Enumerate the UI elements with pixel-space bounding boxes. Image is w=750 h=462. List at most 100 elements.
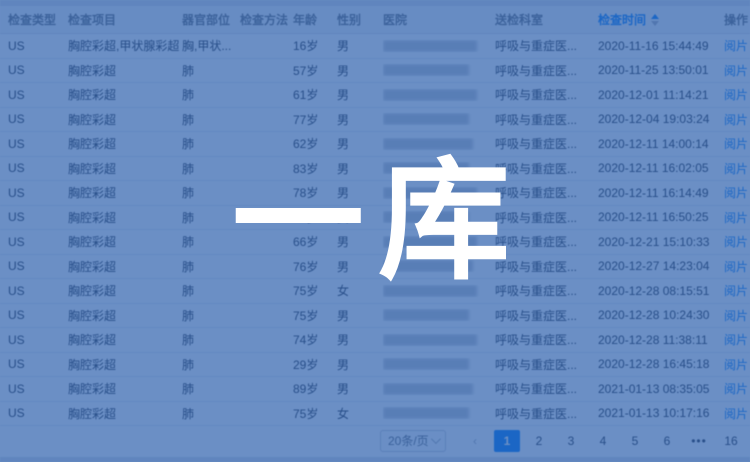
column-header-label: 性别 (337, 13, 361, 27)
cell-time: 2020-11-16 15:44:49 (598, 39, 724, 53)
redacted-hospital-block (383, 89, 477, 101)
view-images-link[interactable]: 阅片 (724, 233, 750, 250)
page-button-1[interactable]: 1 (494, 430, 520, 452)
cell-sex: 男 (337, 135, 383, 152)
cell-sex: 男 (337, 111, 383, 128)
cell-hospital (383, 334, 495, 346)
sort-caret-up-icon[interactable] (651, 14, 659, 19)
cell-item: 胸腔彩超 (68, 160, 182, 177)
redacted-hospital-block (383, 138, 473, 150)
more-pages-button[interactable]: ••• (686, 430, 712, 452)
cell-time: 2020-12-11 16:14:49 (598, 186, 724, 200)
column-header-label: 检查类型 (8, 13, 56, 27)
cell-type: US (8, 210, 68, 224)
table-row: US胸腔彩超肺83岁男呼吸与重症医...2020-12-11 16:02:05阅… (0, 157, 750, 182)
page-size-select[interactable]: 20条/页 (380, 430, 446, 452)
page-button-3[interactable]: 3 (558, 430, 584, 452)
view-images-link[interactable]: 阅片 (724, 37, 750, 54)
column-header-method: 检查方法 (240, 11, 293, 28)
cell-time: 2020-12-28 10:24:30 (598, 308, 724, 322)
view-images-link[interactable]: 阅片 (724, 356, 750, 373)
table-row: US胸腔彩超肺74岁男呼吸与重症医...2020-12-28 11:38:11阅… (0, 328, 750, 353)
cell-dept: 呼吸与重症医... (495, 380, 598, 397)
cell-time: 2020-12-21 15:10:33 (598, 235, 724, 249)
column-header-action: 操作 (724, 11, 750, 28)
cell-sex: 女 (337, 209, 383, 226)
cell-time: 2020-12-11 14:00:14 (598, 137, 724, 151)
view-images-link[interactable]: 阅片 (724, 111, 750, 128)
cell-organ: 肺 (182, 86, 240, 103)
cell-time: 2020-12-04 19:03:24 (598, 112, 724, 126)
cell-time: 2020-12-01 11:14:21 (598, 88, 724, 102)
sort-caret-down-icon[interactable] (651, 21, 659, 26)
table-row: US胸腔彩超,甲状腺彩超胸,甲状...16岁男呼吸与重症医...2020-11-… (0, 34, 750, 59)
cell-age: 75岁 (293, 307, 337, 324)
view-images-link[interactable]: 阅片 (724, 62, 750, 79)
view-images-link[interactable]: 阅片 (724, 135, 750, 152)
cell-sex: 男 (337, 86, 383, 103)
cell-organ: 肺 (182, 405, 240, 422)
table-row: US胸腔彩超肺76岁女呼吸与重症医...2020-12-11 16:50:25阅… (0, 206, 750, 231)
view-images-link[interactable]: 阅片 (724, 184, 750, 201)
column-header-sex: 性别 (337, 11, 383, 28)
redacted-hospital-block (383, 285, 477, 297)
table-row: US胸腔彩超肺77岁男呼吸与重症医...2020-12-04 19:03:24阅… (0, 108, 750, 133)
cell-hospital (383, 309, 495, 321)
table-row: US胸腔彩超肺62岁男呼吸与重症医...2020-12-11 14:00:14阅… (0, 132, 750, 157)
cell-type: US (8, 39, 68, 53)
cell-hospital (383, 162, 495, 174)
cell-type: US (8, 88, 68, 102)
cell-age: 74岁 (293, 331, 337, 348)
cell-item: 胸腔彩超,甲状腺彩超 (68, 37, 182, 54)
view-images-link[interactable]: 阅片 (724, 282, 750, 299)
cell-sex: 男 (337, 356, 383, 373)
cell-dept: 呼吸与重症医... (495, 184, 598, 201)
cell-organ: 肺 (182, 380, 240, 397)
prev-page-button[interactable]: ‹ (462, 430, 488, 452)
exam-table: 检查类型检查项目器官部位检查方法年龄性别医院送检科室检查时间操作 US胸腔彩超,… (0, 6, 750, 426)
cell-sex: 男 (337, 307, 383, 324)
redacted-hospital-block (383, 113, 469, 125)
cell-time: 2020-12-11 16:50:25 (598, 210, 724, 224)
redacted-hospital-block (383, 236, 477, 248)
page-button-6[interactable]: 6 (654, 430, 680, 452)
column-header-organ: 器官部位 (182, 11, 240, 28)
cell-organ: 胸,甲状... (182, 37, 240, 54)
last-page-button[interactable]: 16 (718, 430, 744, 452)
view-images-link[interactable]: 阅片 (724, 307, 750, 324)
column-header-label: 检查项目 (68, 13, 116, 27)
view-images-link[interactable]: 阅片 (724, 209, 750, 226)
cell-time: 2020-11-25 13:50:01 (598, 63, 724, 77)
page-button-4[interactable]: 4 (590, 430, 616, 452)
page-button-2[interactable]: 2 (526, 430, 552, 452)
cell-item: 胸腔彩超 (68, 86, 182, 103)
view-images-link[interactable]: 阅片 (724, 258, 750, 275)
cell-age: 89岁 (293, 380, 337, 397)
redacted-hospital-block (383, 40, 477, 52)
table-row: US胸腔彩超肺75岁女呼吸与重症医...2020-12-28 08:15:51阅… (0, 279, 750, 304)
page-button-5[interactable]: 5 (622, 430, 648, 452)
redacted-hospital-block (383, 383, 473, 395)
column-header-time[interactable]: 检查时间 (598, 11, 724, 28)
table-header-row: 检查类型检查项目器官部位检查方法年龄性别医院送检科室检查时间操作 (0, 6, 750, 34)
view-images-link[interactable]: 阅片 (724, 86, 750, 103)
cell-dept: 呼吸与重症医... (495, 111, 598, 128)
cell-dept: 呼吸与重症医... (495, 307, 598, 324)
cell-organ: 肺 (182, 209, 240, 226)
cell-sex: 男 (337, 160, 383, 177)
cell-item: 胸腔彩超 (68, 331, 182, 348)
cell-sex: 女 (337, 282, 383, 299)
cell-hospital (383, 40, 495, 52)
cell-sex: 女 (337, 405, 383, 422)
cell-type: US (8, 186, 68, 200)
cell-sex: 男 (337, 62, 383, 79)
view-images-link[interactable]: 阅片 (724, 160, 750, 177)
sort-carets-icon[interactable] (651, 14, 659, 26)
cell-type: US (8, 382, 68, 396)
view-images-link[interactable]: 阅片 (724, 405, 750, 422)
cell-dept: 呼吸与重症医... (495, 37, 598, 54)
cell-organ: 肺 (182, 356, 240, 373)
view-images-link[interactable]: 阅片 (724, 331, 750, 348)
cell-hospital (383, 285, 495, 297)
view-images-link[interactable]: 阅片 (724, 380, 750, 397)
